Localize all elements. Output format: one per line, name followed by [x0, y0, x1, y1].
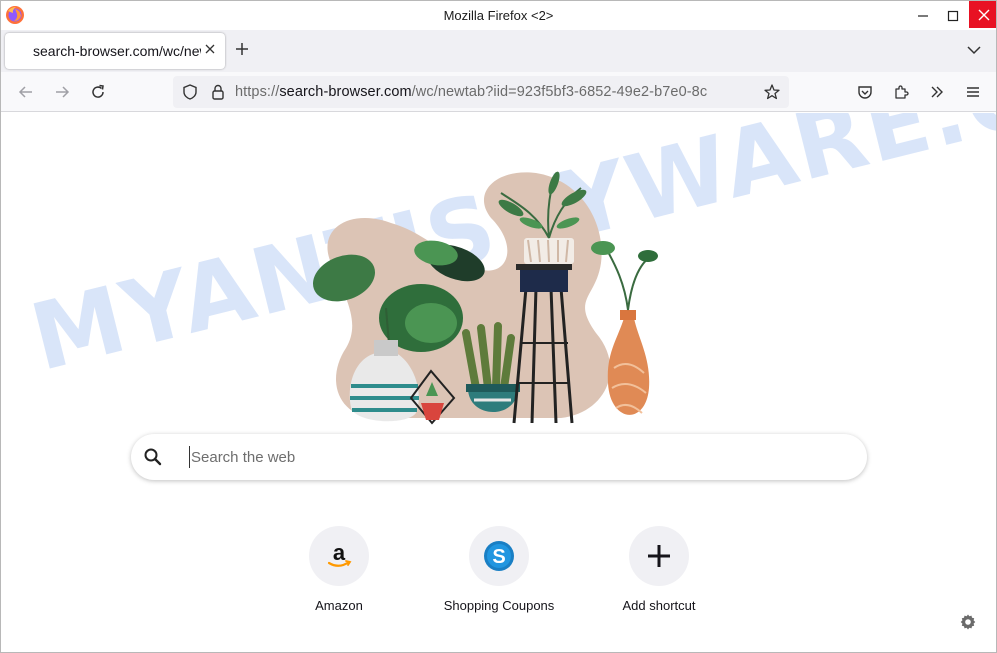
shortcut-shopping-coupons[interactable]: S Shopping Coupons [439, 526, 559, 613]
double-chevron-right-icon [931, 86, 943, 98]
new-tab-page: MYANTISPYWARE.COM [1, 113, 996, 652]
gear-icon[interactable] [959, 613, 977, 631]
shortcut-label: Amazon [315, 598, 363, 613]
svg-text:S: S [492, 546, 505, 568]
puzzle-piece-icon [895, 85, 909, 99]
shortcut-tile[interactable]: S [469, 526, 529, 586]
extensions-button[interactable] [891, 82, 911, 102]
search-box[interactable] [131, 434, 867, 480]
shopping-coupons-icon: S [484, 541, 514, 571]
search-input[interactable] [189, 446, 829, 468]
url-host: search-browser.com [279, 84, 412, 100]
browser-window: Mozilla Firefox <2> search-browser.com/w… [0, 0, 997, 653]
title-bar: Mozilla Firefox <2> [1, 1, 996, 30]
shortcut-label: Shopping Coupons [443, 598, 555, 613]
navigation-bar: https://search-browser.com/wc/newtab?iid… [1, 72, 996, 112]
close-icon [978, 9, 989, 20]
svg-text:a: a [333, 541, 346, 565]
tab-strip: search-browser.com/wc/newtab?iid=923f5bf… [1, 30, 996, 72]
maximize-button[interactable] [939, 1, 967, 30]
minimize-icon [918, 14, 928, 17]
new-tab-button[interactable] [235, 39, 249, 61]
back-button[interactable] [16, 82, 36, 102]
forward-button[interactable] [52, 82, 72, 102]
shortcut-label: Add shortcut [622, 598, 696, 613]
amazon-icon: a [327, 541, 352, 567]
pocket-icon [858, 86, 872, 99]
more-tools-button[interactable] [927, 82, 947, 102]
plus-icon [236, 43, 248, 55]
tab-close-button[interactable] [201, 41, 219, 59]
reload-icon [92, 84, 104, 98]
tab-title: search-browser.com/wc/newtab?iid=923f5bf… [33, 43, 201, 59]
plus-icon [648, 545, 670, 567]
pocket-button[interactable] [855, 82, 875, 102]
search-icon [144, 448, 162, 466]
reload-button[interactable] [88, 82, 108, 102]
lock-icon[interactable] [209, 83, 227, 101]
plants-illustration [313, 171, 658, 425]
close-icon [205, 44, 215, 54]
chevron-down-icon [967, 46, 981, 55]
list-all-tabs-button[interactable] [967, 42, 981, 60]
shortcut-add[interactable]: Add shortcut [599, 526, 719, 613]
forward-arrow-icon [56, 86, 70, 98]
tab-active[interactable]: search-browser.com/wc/newtab?iid=923f5bf… [5, 33, 225, 69]
url-text[interactable]: https://search-browser.com/wc/newtab?iid… [235, 84, 755, 100]
shortcut-tile[interactable]: a [309, 526, 369, 586]
close-window-button[interactable] [969, 1, 996, 28]
shortcut-tile[interactable] [629, 526, 689, 586]
window-title: Mozilla Firefox <2> [443, 8, 554, 23]
bookmark-star-icon[interactable] [763, 83, 781, 101]
back-arrow-icon [18, 86, 32, 98]
shield-icon[interactable] [181, 83, 199, 101]
url-bar[interactable]: https://search-browser.com/wc/newtab?iid… [173, 76, 789, 108]
app-menu-button[interactable] [963, 82, 983, 102]
url-prefix: https:// [235, 84, 280, 100]
minimize-button[interactable] [909, 1, 937, 30]
maximize-icon [947, 10, 959, 21]
shortcut-amazon[interactable]: a Amazon [279, 526, 399, 613]
hamburger-menu-icon [967, 87, 979, 97]
url-path: /wc/newtab?iid=923f5bf3-6852-49e2-b7e0-8… [411, 84, 708, 100]
